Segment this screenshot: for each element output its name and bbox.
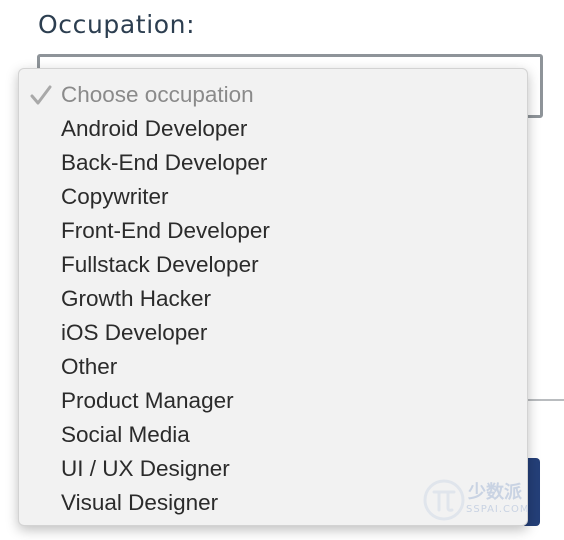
option-label: UI / UX Designer — [61, 456, 230, 481]
option-other[interactable]: Other — [19, 350, 527, 384]
occupation-dropdown-menu: Choose occupation Android Developer Back… — [18, 68, 528, 526]
option-label: iOS Developer — [61, 320, 208, 345]
option-label: Product Manager — [61, 388, 234, 413]
option-growth-hacker[interactable]: Growth Hacker — [19, 282, 527, 316]
option-front-end-developer[interactable]: Front-End Developer — [19, 214, 527, 248]
check-icon — [30, 85, 52, 105]
option-label: Social Media — [61, 422, 190, 447]
option-label: Choose occupation — [61, 82, 254, 107]
option-back-end-developer[interactable]: Back-End Developer — [19, 146, 527, 180]
watermark-text: 少数派 — [468, 482, 522, 503]
option-label: Front-End Developer — [61, 218, 270, 243]
option-ios-developer[interactable]: iOS Developer — [19, 316, 527, 350]
option-label: Android Developer — [61, 116, 248, 141]
option-label: Visual Designer — [61, 490, 219, 515]
occupation-label: Occupation: — [38, 10, 196, 39]
option-product-manager[interactable]: Product Manager — [19, 384, 527, 418]
option-fullstack-developer[interactable]: Fullstack Developer — [19, 248, 527, 282]
option-android-developer[interactable]: Android Developer — [19, 112, 527, 146]
option-social-media[interactable]: Social Media — [19, 418, 527, 452]
option-label: Back-End Developer — [61, 150, 268, 175]
option-copywriter[interactable]: Copywriter — [19, 180, 527, 214]
watermark-subtext: SSPAI.COM — [466, 504, 530, 515]
option-choose-occupation[interactable]: Choose occupation — [19, 78, 527, 112]
option-label: Other — [61, 354, 118, 379]
option-label: Copywriter — [61, 184, 169, 209]
option-label: Fullstack Developer — [61, 252, 259, 277]
option-label: Growth Hacker — [61, 286, 212, 311]
divider — [528, 399, 564, 401]
